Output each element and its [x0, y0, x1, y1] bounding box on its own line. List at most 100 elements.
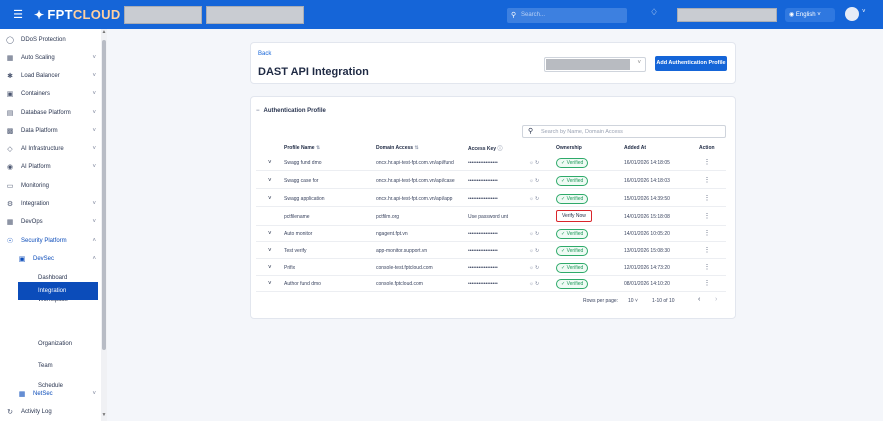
more-actions-icon[interactable]: ⋮: [702, 191, 712, 207]
chevron-down-icon: ˅: [817, 12, 821, 18]
sidebar-item-ai-platform[interactable]: ◉ AI Platform ˅: [0, 158, 100, 176]
sidebar-item-devsec[interactable]: ▣ DevSec ˄: [0, 250, 100, 268]
table-row: ˅ Auto monitor ngagent.fpt.vn ••••••••••…: [256, 226, 726, 242]
sidebar-subitem-integration-active[interactable]: Integration: [18, 282, 98, 300]
add-authentication-profile-button[interactable]: Add Authentication Profile: [655, 56, 727, 71]
verify-now-button[interactable]: Verify Now: [556, 210, 592, 222]
sidebar: ◯ DDoS Protection ▦ Auto Scaling ˅ ✱ Load Ba…: [0, 29, 107, 421]
sidebar-item-label: Monitoring: [21, 183, 50, 189]
domain-access: console-test.fptcloud.com: [376, 265, 433, 271]
eye-off-icon[interactable]: ☼: [529, 160, 534, 166]
global-search-input[interactable]: ⚲ Search...: [507, 8, 627, 23]
hamburger-icon[interactable]: ☰: [8, 8, 28, 21]
refresh-icon[interactable]: ↻: [535, 160, 539, 166]
more-actions-icon[interactable]: ⋮: [702, 208, 712, 226]
column-header-domain-access[interactable]: Domain Access ⇅: [376, 145, 419, 151]
refresh-icon[interactable]: ↻: [535, 281, 539, 287]
next-page-icon[interactable]: ›: [715, 296, 717, 303]
table-search-input[interactable]: ⚲ Search by Name, Domain Access: [522, 125, 726, 138]
data-icon: ▩: [6, 128, 14, 135]
eye-off-icon[interactable]: ☼: [529, 248, 534, 254]
more-actions-icon[interactable]: ⋮: [702, 243, 712, 259]
eye-off-icon[interactable]: ☼: [529, 281, 534, 287]
profile-name: Swagg application: [284, 196, 325, 202]
refresh-icon[interactable]: ↻: [535, 265, 539, 271]
sidebar-item-activity-log[interactable]: ↻ Activity Log: [0, 403, 100, 421]
avatar-chevron-icon[interactable]: ˅: [862, 9, 866, 15]
more-actions-icon[interactable]: ⋮: [702, 173, 712, 189]
devops-icon: ▦: [6, 219, 14, 226]
user-avatar[interactable]: [845, 7, 859, 21]
sidebar-item-integration[interactable]: ⚙ Integration ˅: [0, 195, 100, 213]
sidebar-item-database-platform[interactable]: ▤ Database Platform ˅: [0, 104, 100, 122]
eye-off-icon[interactable]: ☼: [529, 196, 534, 202]
expand-row-chevron-icon[interactable]: ˅: [268, 191, 276, 207]
section-title[interactable]: − Authentication Profile: [256, 108, 326, 114]
eye-off-icon[interactable]: ☼: [529, 265, 534, 271]
sidebar-item-ai-infrastructure[interactable]: ◇ AI Infrastructure ˅: [0, 140, 100, 158]
more-actions-icon[interactable]: ⋮: [702, 226, 712, 242]
refresh-icon[interactable]: ↻: [535, 248, 539, 254]
chevron-down-icon: ˅: [92, 146, 96, 152]
rows-per-page-select[interactable]: 10 ˅: [628, 298, 638, 304]
sidebar-item-containers[interactable]: ▣ Containers ˅: [0, 85, 100, 103]
redacted-selector-2[interactable]: [206, 6, 304, 24]
eye-off-icon[interactable]: ☼: [529, 178, 534, 184]
sidebar-item-monitoring[interactable]: ▭ Monitoring: [0, 177, 100, 195]
info-icon[interactable]: ⓘ: [497, 146, 502, 152]
table-row: ˅ Swagg fund dmo oncx.hr.api-test-fpt.co…: [256, 155, 726, 171]
back-link[interactable]: Back: [258, 51, 271, 57]
expand-row-chevron-icon[interactable]: ˅: [268, 173, 276, 189]
profile-selector[interactable]: ˅: [544, 57, 646, 72]
expand-row-chevron-icon[interactable]: ˅: [268, 243, 276, 259]
sidebar-item-auto-scaling[interactable]: ▦ Auto Scaling ˅: [0, 49, 100, 67]
column-header-ownership: Ownership: [556, 145, 582, 151]
table-row: ˅ Swagg application oncx.hr.api-test-fpt…: [256, 191, 726, 207]
more-actions-icon[interactable]: ⋮: [702, 260, 712, 276]
access-key-actions: ☼ ↻: [529, 243, 553, 259]
sidebar-item-label: DevOps: [21, 219, 43, 225]
sidebar-item-label: DDoS Protection: [21, 37, 66, 43]
sidebar-item-label: Database Platform: [21, 110, 71, 116]
added-at: 14/01/2026 15:18:08: [624, 214, 670, 220]
table-row: ˅ Test verify app-monitor.support.vn •••…: [256, 243, 726, 259]
fpt-cloud-logo[interactable]: ✦ FPT CLOUD: [34, 7, 121, 22]
sidebar-item-load-balancer[interactable]: ✱ Load Balancer ˅: [0, 67, 100, 85]
sidebar-item-security-platform[interactable]: ☉ Security Platform ˄: [0, 232, 100, 250]
expand-row-chevron-icon[interactable]: ˅: [268, 155, 276, 171]
chevron-down-icon: ˅: [92, 201, 96, 207]
redacted-account-field[interactable]: [677, 8, 777, 22]
sidebar-subitem-team[interactable]: Team: [0, 357, 100, 375]
collapse-icon: −: [256, 108, 260, 114]
sidebar-subitem-organization[interactable]: Organization: [0, 335, 100, 353]
rows-per-page-label: Rows per page:: [583, 298, 619, 304]
sidebar-item-devops[interactable]: ▦ DevOps ˅: [0, 213, 100, 231]
added-at: 12/01/2026 14:73:20: [624, 265, 670, 271]
sidebar-item-label: Auto Scaling: [21, 55, 55, 61]
language-selector[interactable]: ◉ English ˅: [785, 8, 835, 22]
sidebar-item-ddos-protection[interactable]: ◯ DDoS Protection: [0, 31, 100, 49]
refresh-icon[interactable]: ↻: [535, 196, 539, 202]
more-actions-icon[interactable]: ⋮: [702, 155, 712, 171]
expand-row-chevron-icon[interactable]: ˅: [268, 276, 276, 292]
eye-off-icon[interactable]: ☼: [529, 231, 534, 237]
redacted-selector-1[interactable]: [124, 6, 202, 24]
verified-badge: ✓ Verified: [556, 229, 589, 239]
chevron-down-icon: ˅: [634, 298, 638, 304]
sidebar-scroll-thumb[interactable]: [102, 40, 106, 350]
more-actions-icon[interactable]: ⋮: [702, 276, 712, 292]
refresh-icon[interactable]: ↻: [535, 231, 539, 237]
scroll-up-arrow-icon[interactable]: ▲: [101, 29, 107, 35]
previous-page-icon[interactable]: ‹: [698, 296, 700, 303]
activity-icon: ↻: [7, 409, 13, 416]
expand-row-chevron-icon[interactable]: ˅: [268, 260, 276, 276]
scroll-down-arrow-icon[interactable]: ▼: [101, 412, 107, 418]
column-header-profile-name[interactable]: Profile Name ⇅: [284, 145, 320, 151]
refresh-icon[interactable]: ↻: [535, 178, 539, 184]
chevron-down-icon: ˅: [92, 128, 96, 134]
expand-row-chevron-icon[interactable]: ˅: [268, 226, 276, 242]
sidebar-item-data-platform[interactable]: ▩ Data Platform ˅: [0, 122, 100, 140]
notification-bell-icon[interactable]: ♢: [650, 7, 658, 18]
sidebar-item-netsec[interactable]: ▦ NetSec ˅: [0, 385, 100, 403]
scale-icon: ▦: [6, 55, 14, 62]
